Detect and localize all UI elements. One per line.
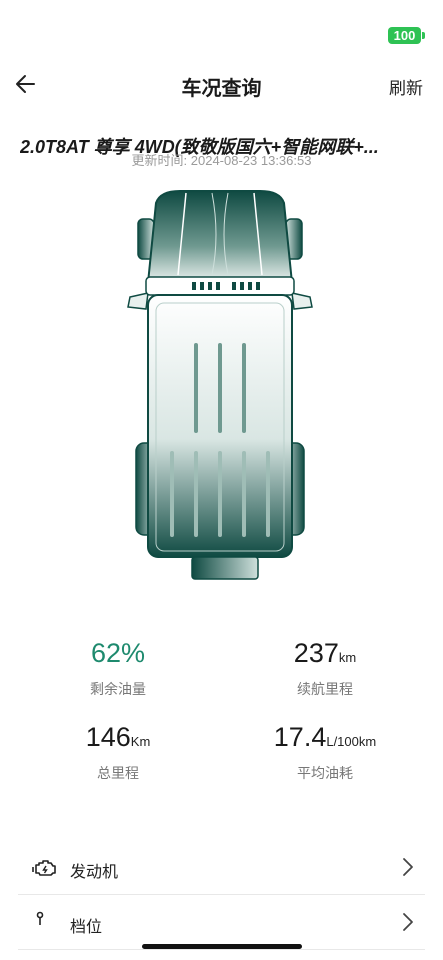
vehicle-status-list: 发动机 档位 xyxy=(0,840,443,950)
engine-icon xyxy=(32,860,56,876)
page-title: 车况查询 xyxy=(181,78,262,100)
stat-label: 平均油耗 xyxy=(297,765,353,781)
list-item-label: 发动机 xyxy=(70,864,119,881)
list-item-engine[interactable]: 发动机 xyxy=(18,840,425,895)
stat-label: 总里程 xyxy=(97,765,139,781)
refresh-button[interactable]: 刷新 xyxy=(389,74,423,99)
stat-unit: km xyxy=(338,650,357,665)
list-item-label: 档位 xyxy=(70,919,103,936)
stat-average-fuel-consumption: 17.4L/100km 平均油耗 xyxy=(225,720,425,783)
update-time: 更新时间: 2024-08-23 13:36:53 xyxy=(131,153,312,168)
stat-value: 237 xyxy=(293,638,339,668)
home-indicator[interactable] xyxy=(142,944,302,949)
stat-value: 146 xyxy=(85,722,131,752)
battery-indicator: 100 xyxy=(388,27,425,44)
stat-range: 237km 续航里程 xyxy=(225,636,425,699)
stat-unit: Km xyxy=(130,734,151,749)
gear-position-icon xyxy=(36,911,44,925)
stat-unit: L/100km xyxy=(326,734,377,749)
stat-fuel-remaining: 62% 剩余油量 xyxy=(18,636,218,699)
list-item-gear-position[interactable]: 档位 xyxy=(18,895,425,950)
stat-value: 17.4 xyxy=(273,722,327,752)
chevron-right-icon xyxy=(403,913,413,931)
car-top-view-icon xyxy=(127,190,313,580)
stat-value: 62% xyxy=(90,638,146,668)
chevron-right-icon xyxy=(403,858,413,876)
stat-label: 剩余油量 xyxy=(90,681,146,697)
stat-label: 续航里程 xyxy=(297,681,353,697)
stat-total-mileage: 146Km 总里程 xyxy=(18,720,218,783)
vehicle-top-view-image xyxy=(120,185,320,585)
nav-bar: 车况查询 刷新 xyxy=(0,62,443,106)
status-bar: 100 xyxy=(0,0,443,56)
